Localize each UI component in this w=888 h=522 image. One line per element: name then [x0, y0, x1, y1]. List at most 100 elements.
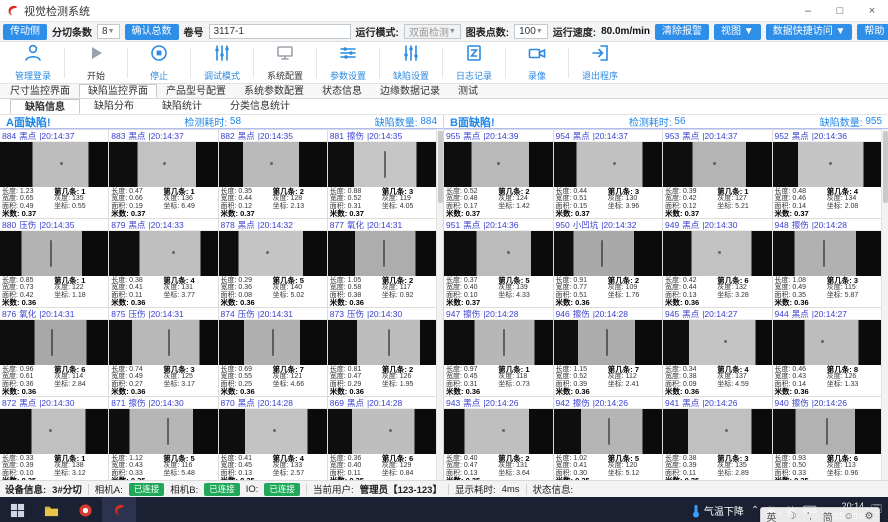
defect-thumbnail[interactable] — [663, 231, 772, 276]
ime-lang-toggle[interactable]: 英 — [766, 509, 776, 522]
defect-thumbnail[interactable] — [773, 142, 882, 187]
tab-main-6[interactable]: 测试 — [449, 84, 487, 98]
defect-cell[interactable]: 873压伤|20:14:30长度: 0.81宽度: 0.47面积: 0.29米数… — [328, 308, 436, 396]
minimize-button[interactable]: – — [792, 0, 824, 21]
scrollbar-thumb[interactable] — [438, 131, 443, 203]
defect-thumbnail[interactable] — [554, 142, 663, 187]
help-menu-button[interactable]: 帮助 ▼ — [857, 24, 888, 40]
defect-cell[interactable]: 953黑点|20:14:37长度: 0.39宽度: 0.42面积: 0.12米数… — [663, 130, 772, 218]
defect-thumbnail[interactable] — [554, 320, 663, 365]
defect-cell[interactable]: 876氧化|20:14:31长度: 0.96宽度: 0.61面积: 0.36米数… — [0, 308, 108, 396]
ime-settings-gear-icon[interactable]: ⚙ — [865, 511, 874, 522]
ime-simplified-toggle[interactable]: 简 — [823, 509, 833, 522]
start-button[interactable] — [0, 497, 34, 522]
defect-thumbnail[interactable] — [109, 142, 217, 187]
tab-main-3[interactable]: 系统参数配置 — [235, 84, 313, 98]
defect-thumbnail[interactable] — [663, 409, 772, 454]
defect-cell[interactable]: 942擦伤|20:14:26长度: 1.02宽度: 0.41面积: 0.30米数… — [554, 397, 663, 480]
action-exit[interactable]: 退出程序 — [569, 43, 631, 82]
defect-cell[interactable]: 872黑点|20:14:30长度: 0.33宽度: 0.39面积: 0.10米数… — [0, 397, 108, 480]
tab-main-1[interactable]: 缺陷监控界面 — [79, 84, 157, 98]
defect-thumbnail[interactable] — [328, 409, 436, 454]
defect-cell[interactable]: 883黑点|20:14:37长度: 0.47宽度: 0.66面积: 0.19米数… — [109, 130, 217, 218]
action-log[interactable]: 日志记录 — [443, 43, 505, 82]
tab-main-2[interactable]: 产品型号配置 — [157, 84, 235, 98]
defect-cell[interactable]: 882黑点|20:14:35长度: 0.35宽度: 0.44面积: 0.12米数… — [219, 130, 327, 218]
action-play[interactable]: 开始 — [65, 43, 127, 82]
defect-cell[interactable]: 943黑点|20:14:26长度: 0.40宽度: 0.47面积: 0.13米数… — [444, 397, 553, 480]
tab-sub-1[interactable]: 缺陷分布 — [80, 99, 148, 114]
defect-thumbnail[interactable] — [773, 409, 882, 454]
defect-thumbnail[interactable] — [663, 320, 772, 365]
defect-thumbnail[interactable] — [219, 320, 327, 365]
defect-thumbnail[interactable] — [109, 409, 217, 454]
defect-thumbnail[interactable] — [328, 142, 436, 187]
defect-thumbnail[interactable] — [328, 320, 436, 365]
defect-thumbnail[interactable] — [219, 142, 327, 187]
browser-app-button[interactable] — [68, 497, 102, 522]
data-quick-access-button[interactable]: 数据快捷访问 ▼ — [766, 24, 853, 40]
action-sliders-v[interactable]: 调试模式 — [191, 43, 253, 82]
defect-thumbnail[interactable] — [444, 320, 553, 365]
tab-sub-3[interactable]: 分类信息统计 — [216, 99, 304, 114]
tab-sub-0[interactable]: 缺陷信息 — [10, 99, 80, 114]
defect-cell[interactable]: 877氧化|20:14:31长度: 1.05宽度: 0.58面积: 0.38米数… — [328, 219, 436, 307]
defect-thumbnail[interactable] — [219, 231, 327, 276]
defect-thumbnail[interactable] — [109, 231, 217, 276]
defect-cell[interactable]: 879黑点|20:14:33长度: 0.38宽度: 0.41面积: 0.11米数… — [109, 219, 217, 307]
drive-side-button[interactable]: 传动侧 — [3, 24, 47, 40]
defect-cell[interactable]: 878黑点|20:14:32长度: 0.29宽度: 0.36面积: 0.08米数… — [219, 219, 327, 307]
tab-sub-2[interactable]: 缺陷统计 — [148, 99, 216, 114]
defect-cell[interactable]: 944黑点|20:14:27长度: 0.46宽度: 0.43面积: 0.14米数… — [773, 308, 882, 396]
action-stop[interactable]: 停止 — [128, 43, 190, 82]
defect-cell[interactable]: 941黑点|20:14:26长度: 0.38宽度: 0.39面积: 0.11米数… — [663, 397, 772, 480]
defect-thumbnail[interactable] — [663, 142, 772, 187]
defect-cell[interactable]: 940擦伤|20:14:26长度: 0.93宽度: 0.50面积: 0.33米数… — [773, 397, 882, 480]
view-menu-button[interactable]: 视图 ▼ — [714, 24, 761, 40]
clear-alarm-button[interactable]: 清除报警 — [655, 24, 709, 40]
defect-thumbnail[interactable] — [0, 231, 108, 276]
panel-b-title[interactable]: B面缺陷! — [450, 115, 495, 130]
defect-thumbnail[interactable] — [0, 320, 108, 365]
defect-cell[interactable]: 952黑点|20:14:36长度: 0.48宽度: 0.46面积: 0.14米数… — [773, 130, 882, 218]
defect-cell[interactable]: 884黑点|20:14:37长度: 1.23宽度: 0.65面积: 0.49米数… — [0, 130, 108, 218]
maximize-button[interactable]: □ — [824, 0, 856, 21]
defect-cell[interactable]: 880压伤|20:14:35长度: 0.85宽度: 0.73面积: 0.42米数… — [0, 219, 108, 307]
defect-cell[interactable]: 955黑点|20:14:39长度: 0.52宽度: 0.48面积: 0.17米数… — [444, 130, 553, 218]
defect-thumbnail[interactable] — [773, 320, 882, 365]
defect-cell[interactable]: 870黑点|20:14:28长度: 0.41宽度: 0.45面积: 0.13米数… — [219, 397, 327, 480]
action-camera[interactable]: 录像 — [506, 43, 568, 82]
inspection-app-button[interactable] — [102, 497, 136, 522]
defect-thumbnail[interactable] — [444, 142, 553, 187]
ime-moon-icon[interactable]: ☽ — [787, 511, 796, 522]
action-sliders-h[interactable]: 参数设置 — [317, 43, 379, 82]
defect-cell[interactable]: 945黑点|20:14:27长度: 0.34宽度: 0.38面积: 0.09米数… — [663, 308, 772, 396]
defect-thumbnail[interactable] — [219, 409, 327, 454]
defect-thumbnail[interactable] — [0, 409, 108, 454]
defect-thumbnail[interactable] — [773, 231, 882, 276]
defect-cell[interactable]: 871擦伤|20:14:30长度: 1.12宽度: 0.43面积: 0.33米数… — [109, 397, 217, 480]
defect-thumbnail[interactable] — [554, 409, 663, 454]
defect-thumbnail[interactable] — [444, 409, 553, 454]
weather-widget[interactable]: 气温下降 — [691, 503, 744, 518]
defect-cell[interactable]: 874压伤|20:14:31长度: 0.69宽度: 0.55面积: 0.25米数… — [219, 308, 327, 396]
defect-cell[interactable]: 954黑点|20:14:37长度: 0.44宽度: 0.51面积: 0.15米数… — [554, 130, 663, 218]
strip-count-select[interactable]: 8 ▼ — [97, 24, 120, 39]
panel-a-title[interactable]: A面缺陷! — [6, 115, 51, 130]
defect-cell[interactable]: 881擦伤|20:14:35长度: 0.88宽度: 0.52面积: 0.31米数… — [328, 130, 436, 218]
chart-points-select[interactable]: 100 ▼ — [514, 24, 548, 39]
defect-cell[interactable]: 946擦伤|20:14:28长度: 1.15宽度: 0.52面积: 0.39米数… — [554, 308, 663, 396]
tab-main-5[interactable]: 边缘数据记录 — [371, 84, 449, 98]
ime-emoji-icon[interactable]: ☺ — [844, 511, 854, 522]
action-user[interactable]: 管理登录 — [2, 43, 64, 82]
tab-main-4[interactable]: 状态信息 — [313, 84, 371, 98]
roll-number-input[interactable] — [209, 24, 351, 39]
defect-cell[interactable]: 947擦伤|20:14:28长度: 0.97宽度: 0.45面积: 0.31米数… — [444, 308, 553, 396]
ime-toolbar[interactable]: 英☽’,简☺⚙ — [760, 507, 880, 522]
scrollbar-thumb[interactable] — [883, 131, 888, 203]
defect-cell[interactable]: 949黑点|20:14:30长度: 0.42宽度: 0.44面积: 0.13米数… — [663, 219, 772, 307]
defect-cell[interactable]: 951黑点|20:14:36长度: 0.37宽度: 0.40面积: 0.10米数… — [444, 219, 553, 307]
defect-thumbnail[interactable] — [554, 231, 663, 276]
defect-cell[interactable]: 875压伤|20:14:31长度: 0.74宽度: 0.49面积: 0.27米数… — [109, 308, 217, 396]
defect-thumbnail[interactable] — [444, 231, 553, 276]
